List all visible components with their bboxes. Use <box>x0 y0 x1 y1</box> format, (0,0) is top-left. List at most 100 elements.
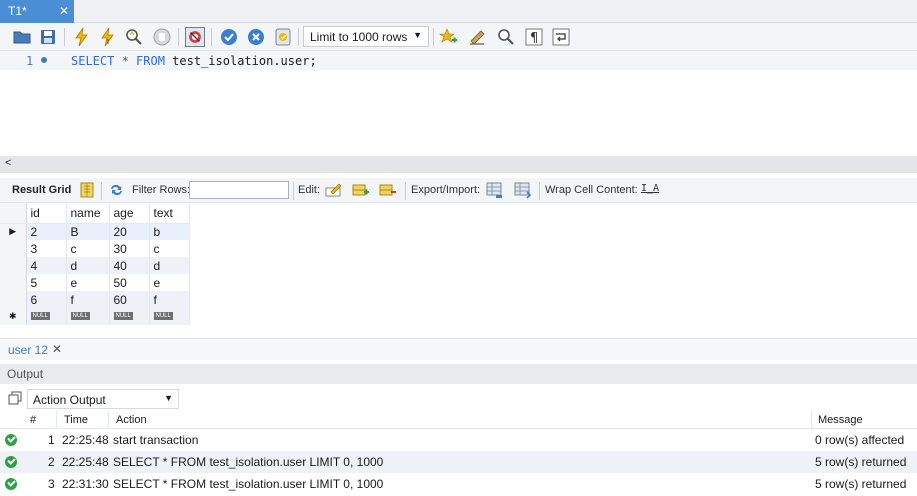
beautify-icon[interactable] <box>468 27 488 47</box>
insert-row-icon[interactable] <box>352 182 370 198</box>
table-cell[interactable]: 4 <box>26 257 67 274</box>
null-cell[interactable]: NULL <box>149 308 190 325</box>
table-row[interactable]: 4 d 40 d <box>0 257 190 274</box>
table-cell[interactable]: b <box>149 223 190 240</box>
sql-code-line[interactable]: SELECT * FROM test_isolation.user; <box>71 54 317 68</box>
execute-current-icon[interactable]: I <box>98 27 118 47</box>
success-icon <box>5 434 17 446</box>
table-cell[interactable]: c <box>66 240 110 257</box>
null-badge: NULL <box>30 311 50 320</box>
edit-row-icon[interactable] <box>325 182 343 198</box>
result-tabs: user 12 ✕ <box>0 338 917 360</box>
editor-horizontal-scrollbar[interactable]: < <box>0 156 917 173</box>
save-icon[interactable] <box>38 27 58 47</box>
sql-editor[interactable]: 1 SELECT * FROM test_isolation.user; <box>0 51 917 156</box>
add-snippet-icon[interactable] <box>438 27 458 47</box>
delete-row-icon[interactable] <box>379 182 397 198</box>
invisible-chars-icon[interactable]: ¶ <box>524 27 544 47</box>
toggle-error-icon[interactable] <box>185 27 205 47</box>
import-icon[interactable] <box>514 181 532 199</box>
limit-rows-select[interactable]: Limit to 1000 rows ▼ <box>303 26 429 47</box>
table-cell[interactable]: d <box>66 257 110 274</box>
table-cell[interactable]: e <box>149 274 190 291</box>
output-num: 3 <box>48 477 55 491</box>
column-header[interactable]: text <box>149 203 190 224</box>
copy-icon[interactable] <box>8 391 22 405</box>
tab-user-12[interactable]: user 12 <box>8 343 48 357</box>
statement-marker-icon <box>41 57 47 63</box>
execute-icon[interactable] <box>72 27 92 47</box>
row-header[interactable] <box>0 257 27 274</box>
null-cell[interactable]: NULL <box>26 308 67 325</box>
close-icon[interactable]: ✕ <box>52 342 62 356</box>
form-editor-icon[interactable] <box>79 182 95 198</box>
output-row[interactable]: 1 22:25:48 start transaction 0 row(s) af… <box>0 429 917 451</box>
column-divider <box>811 411 812 429</box>
column-header[interactable]: Action <box>116 414 147 426</box>
table-cell[interactable]: 6 <box>26 291 67 308</box>
table-row[interactable]: 5 e 50 e <box>0 274 190 291</box>
success-icon <box>5 478 17 490</box>
table-cell[interactable]: d <box>149 257 190 274</box>
current-row-icon[interactable]: ▶ <box>0 223 27 240</box>
column-header[interactable]: Time <box>64 414 88 426</box>
refresh-icon[interactable] <box>108 182 125 198</box>
find-icon[interactable] <box>496 27 516 47</box>
null-cell[interactable]: NULL <box>66 308 110 325</box>
table-cell[interactable]: 40 <box>109 257 150 274</box>
output-time: 22:25:48 <box>62 433 109 447</box>
close-icon[interactable]: ✕ <box>59 4 69 18</box>
table-cell[interactable]: 50 <box>109 274 150 291</box>
filter-rows-input[interactable] <box>189 181 289 199</box>
column-header[interactable]: # <box>30 414 36 426</box>
result-grid-table: id name age text ▶ 2 B 20 b 3 c 30 c 4 d… <box>0 203 190 325</box>
table-cell[interactable]: f <box>149 291 190 308</box>
output-title: Output <box>7 367 44 381</box>
output-message: 0 row(s) affected <box>815 433 905 447</box>
autocommit-icon[interactable] <box>273 27 293 47</box>
rollback-icon[interactable] <box>246 27 266 47</box>
table-cell[interactable]: c <box>149 240 190 257</box>
output-header-row: # Time Action Message <box>0 411 917 429</box>
table-cell[interactable]: 20 <box>109 223 150 240</box>
table-cell[interactable]: 30 <box>109 240 150 257</box>
output-row[interactable]: 2 22:25:48 SELECT * FROM test_isolation.… <box>0 451 917 473</box>
column-header[interactable]: id <box>26 203 67 224</box>
tab-query[interactable]: T1* ✕ <box>0 0 74 23</box>
column-header[interactable]: Message <box>818 414 863 426</box>
row-header[interactable] <box>0 240 27 257</box>
output-row[interactable]: 3 22:31:30 SELECT * FROM test_isolation.… <box>0 473 917 495</box>
export-icon[interactable] <box>486 181 504 199</box>
table-cell[interactable]: f <box>66 291 110 308</box>
null-badge: NULL <box>153 311 173 320</box>
explain-icon[interactable] <box>124 27 144 47</box>
row-header[interactable] <box>0 274 27 291</box>
table-cell[interactable]: B <box>66 223 110 240</box>
result-grid: id name age text ▶ 2 B 20 b 3 c 30 c 4 d… <box>0 203 190 325</box>
wrap-cell-toggle-icon[interactable]: I̲A <box>641 183 659 194</box>
column-divider <box>108 411 109 429</box>
table-cell[interactable]: 3 <box>26 240 67 257</box>
row-header[interactable] <box>0 291 27 308</box>
wrap-icon[interactable] <box>551 27 571 47</box>
commit-icon[interactable] <box>219 27 239 47</box>
table-cell[interactable]: 60 <box>109 291 150 308</box>
table-cell[interactable]: 2 <box>26 223 67 240</box>
table-cell[interactable]: e <box>66 274 110 291</box>
column-header[interactable]: age <box>109 203 150 224</box>
stop-icon[interactable] <box>152 27 172 47</box>
output-num: 2 <box>48 455 55 469</box>
new-row[interactable]: ✱ NULL NULL NULL NULL <box>0 308 190 325</box>
scroll-left-icon[interactable]: < <box>5 157 11 169</box>
output-type-select[interactable]: Action Output ▼ <box>27 389 179 409</box>
table-row[interactable]: ▶ 2 B 20 b <box>0 223 190 240</box>
column-header[interactable]: name <box>66 203 110 224</box>
open-folder-icon[interactable] <box>12 27 32 47</box>
limit-rows-value: Limit to 1000 rows <box>310 30 408 44</box>
table-row[interactable]: 3 c 30 c <box>0 240 190 257</box>
table-cell[interactable]: 5 <box>26 274 67 291</box>
table-row[interactable]: 6 f 60 f <box>0 291 190 308</box>
null-cell[interactable]: NULL <box>109 308 150 325</box>
result-grid-button[interactable]: Result Grid <box>12 184 71 196</box>
new-row-icon[interactable]: ✱ <box>0 308 27 325</box>
